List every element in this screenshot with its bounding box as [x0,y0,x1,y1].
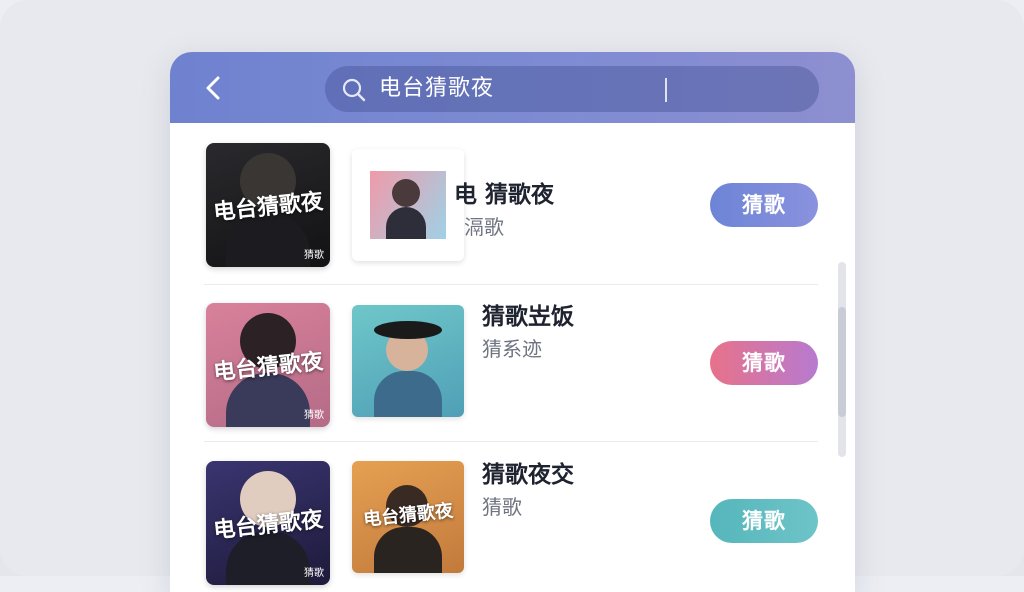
scrollbar-thumb[interactable] [838,307,846,417]
song-artist: 滆歌 [464,215,504,239]
cover-figure [392,179,420,207]
guess-song-button[interactable]: 猜歌 [710,183,818,227]
cover-figure-body [374,527,442,573]
song-title: 猜歌岦饭 [482,304,574,330]
poster-title: 电台猜歌夜 [212,507,325,544]
cover-title: 电台猜歌夜 [362,500,455,531]
search-query-text: 电台猜歌夜 [379,76,495,101]
poster-title: 电台猜歌夜 [212,189,325,226]
cover-figure-body [386,207,426,239]
song-cover [352,305,464,417]
poster-tag: 猜歌 [304,410,324,421]
text-caret [665,78,667,102]
search-icon [342,78,366,102]
hat-shape [374,321,442,339]
song-title: 猜歌夜交 [482,462,574,488]
app-window: 电台猜歌夜 电台猜歌夜 猜歌 电 猜歌夜 滆歌 猜歌 电台猜歌夜 猜歌 猜歌岦饭… [170,52,855,592]
list-item[interactable]: 电台猜歌夜 猜歌 猜歌岦饭 猜系迹 猜歌 [170,283,855,442]
top-bar: 电台猜歌夜 [170,52,855,123]
scrollbar[interactable] [838,262,846,457]
app-frame: 电台猜歌夜 电台猜歌夜 猜歌 电 猜歌夜 滆歌 猜歌 电台猜歌夜 猜歌 猜歌岦饭… [0,0,1024,592]
song-title: 电 猜歌夜 [454,182,555,208]
list-item[interactable]: 电台猜歌夜 猜歌 电台猜歌夜 猜歌夜交 猜歌 猜歌 [170,441,855,591]
song-cover [352,149,464,261]
song-cover: 电台猜歌夜 [352,461,464,573]
cover-figure-body [374,371,442,417]
song-artist: 猜歌 [482,495,522,519]
list-item[interactable]: 电台猜歌夜 猜歌 电 猜歌夜 滆歌 猜歌 [170,123,855,285]
poster-tag: 猜歌 [304,568,324,579]
chevron-left-icon [206,76,220,100]
poster-tag: 猜歌 [304,250,324,261]
search-input[interactable]: 电台猜歌夜 [325,66,819,112]
song-artist: 猜系迹 [482,337,542,361]
station-poster: 电台猜歌夜 猜歌 [206,303,330,427]
back-button[interactable] [198,72,230,104]
poster-title: 电台猜歌夜 [212,349,325,386]
guess-song-button[interactable]: 猜歌 [710,499,818,543]
station-poster: 电台猜歌夜 猜歌 [206,461,330,585]
station-poster: 电台猜歌夜 猜歌 [206,143,330,267]
guess-song-button[interactable]: 猜歌 [710,341,818,385]
results-list: 电台猜歌夜 猜歌 电 猜歌夜 滆歌 猜歌 电台猜歌夜 猜歌 猜歌岦饭 猜系迹 猜… [170,123,855,592]
